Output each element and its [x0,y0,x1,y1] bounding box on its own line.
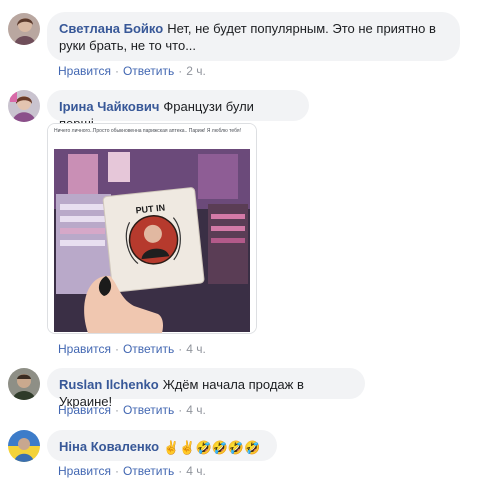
timestamp[interactable]: 4 ч. [186,464,206,478]
comment-text: руки брать, не то что... [59,38,197,53]
comment-actions: Нравится · Ответить · 4 ч. [58,464,206,478]
timestamp[interactable]: 2 ч. [186,64,206,78]
like-button[interactable]: Нравится [58,403,111,417]
comment-actions: Нравится · Ответить · 2 ч. [58,64,206,78]
separator: · [178,464,183,478]
separator: · [178,403,183,417]
like-button[interactable]: Нравится [58,342,111,356]
avatar[interactable] [8,430,40,462]
reply-button[interactable]: Ответить [123,64,174,78]
separator: · [114,464,119,478]
comment-actions: Нравится · Ответить · 4 ч. [58,342,206,356]
victory-hand-icon: ✌ [163,440,180,456]
separator: · [114,342,119,356]
like-button[interactable]: Нравится [58,464,111,478]
like-button[interactable]: Нравится [58,64,111,78]
avatar[interactable] [8,368,40,400]
timestamp[interactable]: 4 ч. [186,403,206,417]
separator: · [178,342,183,356]
comment-bubble: Ірина ЧайковичФранцузи були перші... [47,90,309,131]
reply-button[interactable]: Ответить [123,342,174,356]
separator: · [178,64,183,78]
rofl-face-icon: 🤣 [195,440,212,456]
avatar[interactable] [8,90,40,122]
photo-caption: Ничего личного..Просто обыкновенна париж… [54,128,241,134]
comment-author[interactable]: Ruslan Ilchenko [59,377,159,392]
reply-button[interactable]: Ответить [123,403,174,417]
timestamp[interactable]: 4 ч. [186,342,206,356]
photo-image: PUT IN [48,124,256,333]
comment-author[interactable]: Светлана Бойко [59,21,163,36]
avatar[interactable] [8,13,40,45]
comment-bubble: Ruslan Ilchenko Ждём начала продаж в Укра… [47,368,365,409]
comment-text: Нет, не будет популярным. Это не приятно… [167,21,436,36]
emoji-reaction-text: ✌✌🤣🤣🤣🤣 [163,439,260,456]
rofl-face-icon: 🤣 [211,440,228,456]
attached-photo[interactable]: PUT IN Ничего личного..Просто обыкновенн… [47,123,257,334]
rofl-face-icon: 🤣 [227,440,245,456]
comment-bubble: Светлана Бойко Нет, не будет популярным. … [47,12,460,61]
separator: · [114,64,119,78]
comment-author[interactable]: Ніна Коваленко [59,439,159,454]
comment-author[interactable]: Ірина Чайкович [59,99,159,114]
reply-button[interactable]: Ответить [123,464,174,478]
rofl-face-icon: 🤣 [244,440,261,456]
victory-hand-icon: ✌ [179,440,196,456]
comment-bubble: Ніна Коваленко ✌✌🤣🤣🤣🤣 [47,430,277,461]
separator: · [114,403,119,417]
comment-actions: Нравится · Ответить · 4 ч. [58,403,206,417]
